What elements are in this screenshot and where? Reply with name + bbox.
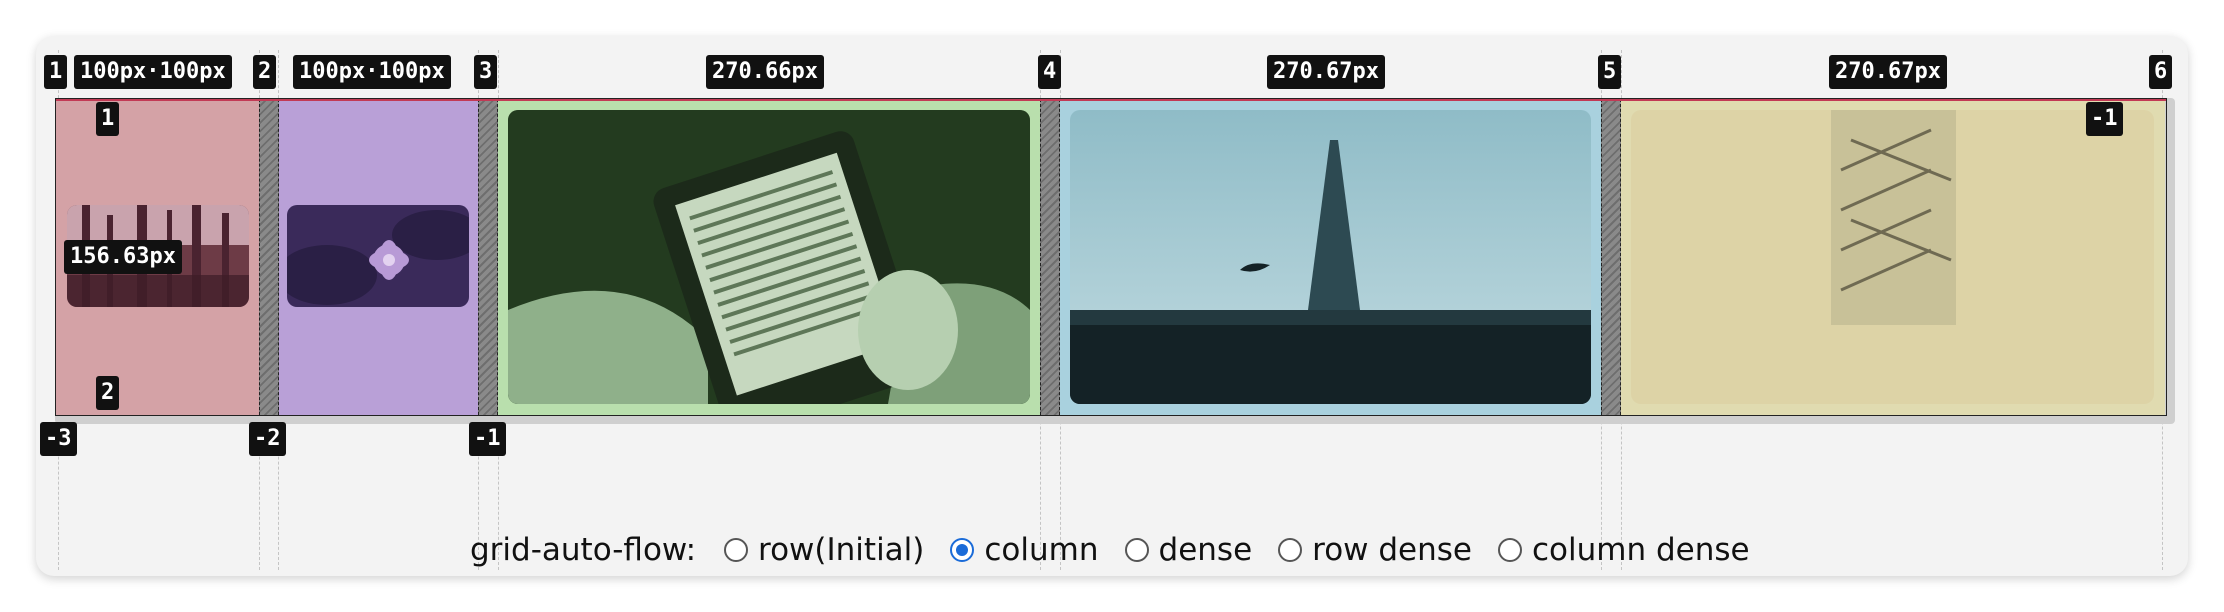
water-lily-photo	[287, 205, 469, 307]
row-height-label: 156.63px	[64, 240, 182, 274]
radio-label: column	[984, 532, 1099, 568]
row-line-number: 2	[96, 376, 120, 410]
track-size-label: 100px·100px	[74, 55, 232, 89]
row-line-number: -1	[2086, 102, 2123, 136]
grid-line-number: 2	[253, 55, 277, 89]
grid-line-number: 4	[1038, 55, 1062, 89]
radio-button-selected[interactable]	[950, 538, 975, 562]
row-line-number: 1	[96, 102, 120, 136]
radio-button[interactable]	[724, 538, 749, 562]
radio-dense[interactable]: dense	[1124, 532, 1253, 568]
radio-row-initial[interactable]: row(Initial)	[724, 532, 924, 568]
track-size-label: 100px·100px	[293, 55, 451, 89]
radio-column[interactable]: column	[950, 532, 1099, 568]
radio-label: row(Initial)	[758, 532, 925, 568]
track-size-label: 270.67px	[1267, 55, 1385, 89]
grid-auto-flow-label: grid-auto-flow:	[470, 532, 697, 568]
grid-line-number: 3	[474, 55, 498, 89]
radio-row-dense[interactable]: row dense	[1278, 532, 1472, 568]
eiffel-tower-photo	[1070, 110, 1591, 404]
grid-line-number: 1	[44, 55, 68, 89]
radio-label: dense	[1158, 532, 1253, 568]
radio-label: row dense	[1312, 532, 1472, 568]
radio-button[interactable]	[1498, 538, 1522, 562]
staircase-photo	[1631, 110, 2154, 404]
grid-auto-flow-controls: grid-auto-flow: row(Initial) column dens…	[470, 528, 1776, 572]
radio-column-dense[interactable]: column dense	[1498, 532, 1750, 568]
radio-button[interactable]	[1278, 538, 1303, 562]
ebook-reader-photo	[508, 110, 1030, 404]
grid-line-number: 5	[1598, 55, 1622, 89]
radio-button[interactable]	[1124, 538, 1149, 562]
grid-line-number-negative: -3	[40, 422, 77, 456]
radio-label: column dense	[1532, 532, 1750, 568]
grid-line-number-negative: -2	[249, 422, 286, 456]
track-size-label: 270.66px	[706, 55, 824, 89]
grid-line-number: 6	[2149, 55, 2173, 89]
track-size-label: 270.67px	[1829, 55, 1947, 89]
grid-line-number-negative: -1	[469, 422, 506, 456]
